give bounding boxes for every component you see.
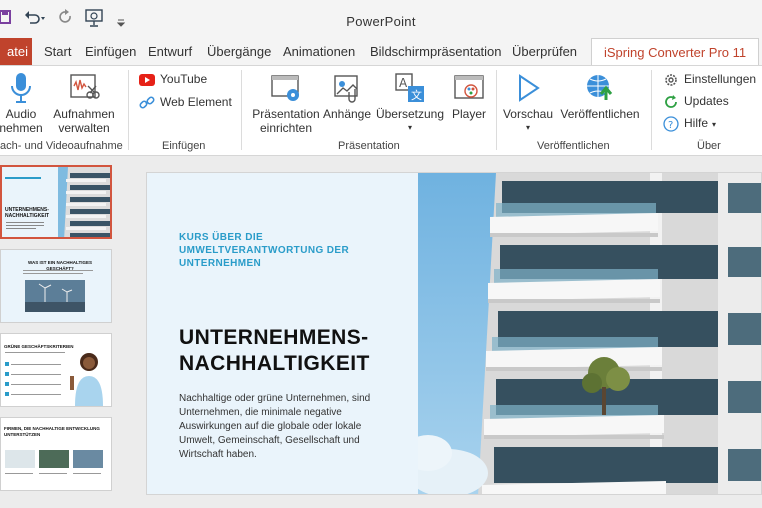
tab-ispring[interactable]: iSpring Converter Pro 11: [591, 38, 760, 67]
ribbon-separator: [241, 70, 242, 150]
group-label-presentation: Präsentation: [338, 140, 400, 152]
help-icon: ?: [663, 116, 679, 132]
group-label-about: Über: [697, 140, 721, 152]
tab-start[interactable]: Start: [44, 38, 71, 65]
youtube-label: YouTube: [160, 72, 208, 86]
player-label: Player: [451, 107, 486, 121]
preview-dropdown-icon: ▾: [525, 123, 530, 132]
attachments-label: Anhänge: [322, 107, 372, 121]
player-icon: [454, 75, 484, 99]
refresh-icon: [663, 94, 679, 110]
tab-file[interactable]: atei: [0, 38, 32, 65]
settings-label: Einstellungen: [684, 72, 757, 86]
link-icon: [139, 95, 155, 111]
thumbnail-title: GRÜNE GESCHÄFTSKRITERIEN: [4, 344, 74, 349]
svg-text:?: ?: [668, 120, 673, 131]
player-button[interactable]: Player: [448, 72, 490, 121]
tab-design[interactable]: Entwurf: [148, 38, 192, 65]
presentation-setup-label-1: Präsentation: [252, 107, 320, 121]
gear-icon: [663, 72, 679, 88]
youtube-icon: [139, 72, 155, 88]
thumbnail-title: UNTERNEHMENS-NACHHALTIGKEIT: [5, 207, 50, 219]
tab-transitions[interactable]: Übergänge: [207, 38, 271, 65]
help-button[interactable]: ? Hilfe ▾: [663, 114, 716, 132]
presentation-setup-button[interactable]: Präsentation einrichten: [250, 72, 322, 135]
slide-canvas[interactable]: KURS ÜBER DIE UMWELTVERANTWORTUNG DER UN…: [146, 172, 762, 495]
settings-button[interactable]: Einstellungen: [663, 70, 756, 88]
svg-text:A: A: [399, 76, 408, 90]
preview-button[interactable]: Vorschau ▾: [502, 72, 554, 135]
svg-text:文: 文: [411, 88, 422, 102]
wind-turbine-thumbnail-image: [25, 280, 85, 312]
slide-body-text[interactable]: Nachhaltige oder grüne Unternehmen, sind…: [179, 392, 384, 462]
help-label: Hilfe: [684, 116, 709, 130]
translation-button[interactable]: A文 Übersetzung ▾: [375, 72, 445, 135]
publish-label: Veröffentlichen: [560, 107, 640, 121]
ribbon-separator: [651, 70, 652, 150]
group-label-publish: Veröffentlichen: [537, 140, 610, 152]
translation-icon: A文: [395, 73, 424, 102]
record-audio-label-1: Audio: [5, 107, 37, 121]
building-photo[interactable]: [418, 173, 762, 495]
slide-thumbnail-3[interactable]: GRÜNE GESCHÄFTSKRITERIEN: [0, 333, 112, 407]
presentation-setup-label-2: einrichten: [259, 121, 313, 135]
attachment-icon: [334, 75, 358, 103]
slide-thumbnail-4[interactable]: FIRMEN, DIE NACHHALTIGE ENTWICKLUNG UNTE…: [0, 417, 112, 491]
thumbnail-title: FIRMEN, DIE NACHHALTIGE ENTWICKLUNG UNTE…: [4, 426, 100, 437]
slide-thumbnail-panel: UNTERNEHMENS-NACHHALTIGKEIT WAS IST EIN …: [0, 157, 128, 508]
help-dropdown-icon: ▾: [712, 120, 717, 129]
slide-subtitle[interactable]: KURS ÜBER DIE UMWELTVERANTWORTUNG DER UN…: [179, 231, 409, 270]
slide-thumbnail-1[interactable]: UNTERNEHMENS-NACHHALTIGKEIT: [0, 165, 112, 239]
microphone-icon: [11, 73, 31, 103]
ribbon-tabs: atei Start Einfügen Entwurf Übergänge An…: [0, 38, 762, 67]
web-element-button[interactable]: Web Element: [139, 93, 232, 111]
manage-recordings-button[interactable]: Aufnahmen verwalten: [52, 72, 116, 135]
youtube-button[interactable]: YouTube: [139, 70, 207, 88]
presentation-settings-icon: [271, 75, 299, 101]
ribbon-separator: [496, 70, 497, 150]
app-title: PowerPoint: [346, 14, 416, 29]
updates-button[interactable]: Updates: [663, 92, 729, 110]
updates-label: Updates: [684, 94, 729, 108]
audio-edit-icon: [70, 74, 100, 99]
attachments-button[interactable]: Anhänge: [322, 72, 372, 121]
tab-slideshow[interactable]: Bildschirmpräsentation: [370, 38, 502, 65]
publish-button[interactable]: Veröffentlichen: [558, 72, 642, 121]
publish-globe-icon: [587, 75, 613, 100]
record-audio-label-2: nehmen: [0, 121, 43, 135]
tab-animations[interactable]: Animationen: [283, 38, 355, 65]
slide-title[interactable]: UNTERNEHMENS-NACHHALTIGKEIT: [179, 325, 419, 377]
manage-recordings-label-1: Aufnahmen: [53, 107, 115, 121]
translation-dropdown-icon: ▾: [407, 123, 412, 132]
person-thumbnail-image: [70, 353, 103, 406]
group-label-record: ach- und Videoaufnahme: [0, 140, 123, 152]
group-label-insert: Einfügen: [162, 140, 206, 152]
title-bar: PowerPoint: [0, 0, 762, 38]
manage-recordings-label-2: verwalten: [58, 121, 110, 135]
ribbon-separator: [128, 70, 129, 150]
translation-label: Übersetzung: [375, 107, 445, 121]
ribbon-panel: Audio nehmen Aufnahmen verwalten ach- un…: [0, 65, 762, 156]
web-element-label: Web Element: [160, 95, 232, 109]
preview-label: Vorschau: [502, 107, 554, 121]
tab-review[interactable]: Überprüfen: [512, 38, 577, 65]
slide-thumbnail-2[interactable]: WAS IST EIN NACHHALTIGES GESCHÄFT?: [0, 249, 112, 323]
play-icon: [519, 74, 540, 102]
record-audio-button[interactable]: Audio nehmen: [0, 72, 46, 135]
tab-insert[interactable]: Einfügen: [85, 38, 136, 65]
building-thumbnail-image: [58, 167, 110, 237]
